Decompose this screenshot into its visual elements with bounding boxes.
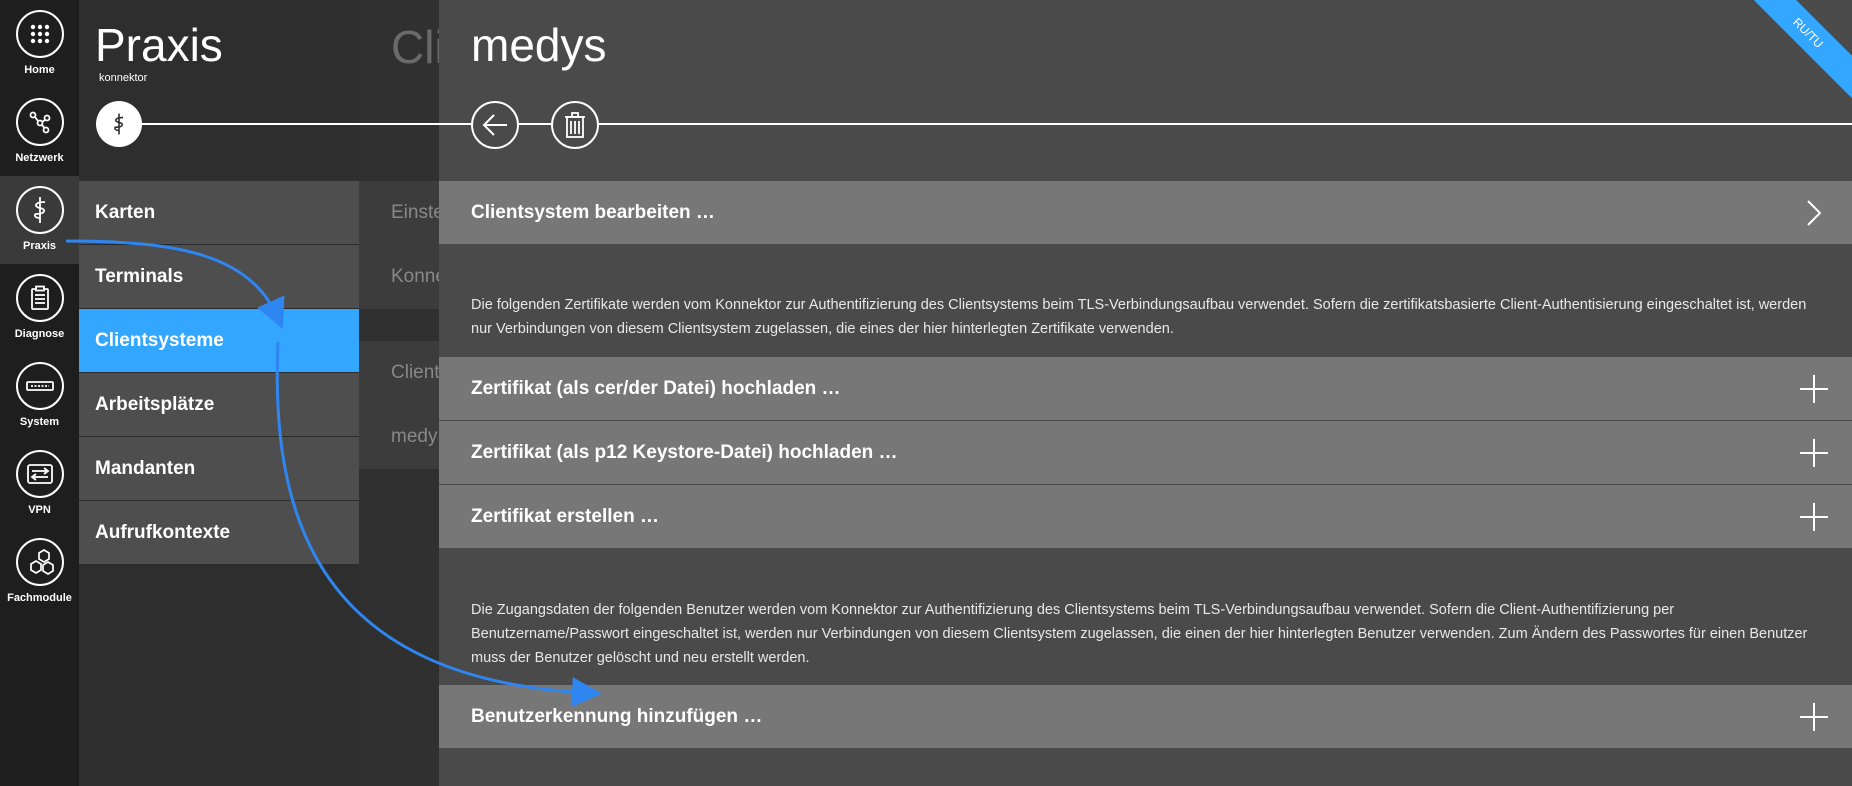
clipboard-icon	[15, 274, 64, 322]
delete-button[interactable]	[551, 101, 599, 149]
nav-label: System	[19, 416, 60, 428]
environment-ribbon: RU/TU	[1742, 0, 1852, 110]
nav-diagnose[interactable]: Diagnose	[0, 264, 79, 352]
network-icon	[15, 98, 64, 146]
clientsystem-detail-panel: medys RU/TU Clientsystem bearbeiten … Di…	[439, 0, 1852, 786]
upload-p12-row[interactable]: Zertifikat (als p12 Keystore-Datei) hoch…	[439, 421, 1852, 485]
nav-home[interactable]: Home	[0, 0, 79, 88]
nav-label: Netzwerk	[15, 152, 64, 164]
praxis-subtitle: konnektor	[99, 72, 148, 84]
back-button[interactable]	[471, 101, 519, 149]
nav-label: Diagnose	[14, 328, 65, 340]
row-label: Benutzerkennung hinzufügen …	[471, 705, 763, 727]
plus-icon	[1800, 703, 1828, 731]
trash-icon	[565, 112, 585, 138]
upload-cer-row[interactable]: Zertifikat (als cer/der Datei) hochladen…	[439, 357, 1852, 421]
user-info-text: Die Zugangsdaten der folgenden Benutzer …	[471, 602, 1808, 666]
plus-icon	[1800, 503, 1828, 531]
praxis-title: Praxis	[95, 19, 223, 71]
client-list-block	[359, 341, 439, 469]
nav-fachmodule[interactable]: Fachmodule	[0, 528, 79, 616]
clientsysteme-panel: Cli Einste Konne Client medy	[359, 0, 439, 786]
arrow-left-icon	[482, 114, 507, 136]
menu-item-mandanten[interactable]: Mandanten	[79, 437, 359, 501]
nav-label: Praxis	[22, 240, 57, 252]
certificate-info-text: Die folgenden Zertifikate werden vom Kon…	[471, 297, 1807, 337]
menu-item-clientsysteme[interactable]: Clientsysteme	[79, 309, 359, 373]
praxis-panel: Praxis konnektor Karten Terminals Client…	[79, 0, 359, 786]
praxis-menu: Karten Terminals Clientsysteme Arbeitspl…	[79, 181, 359, 565]
client-list-item[interactable]: medy	[391, 426, 437, 448]
nav-netzwerk[interactable]: Netzwerk	[0, 88, 79, 176]
chevron-right-icon	[1800, 199, 1828, 227]
ribbon-label: RU/TU	[1742, 0, 1852, 101]
clientsysteme-divider	[359, 123, 439, 125]
plus-icon	[1800, 375, 1828, 403]
nav-label: VPN	[28, 504, 51, 516]
caduceus-icon	[15, 186, 64, 234]
nav-praxis[interactable]: Praxis	[0, 176, 79, 264]
nav-label: Home	[24, 64, 55, 76]
main-navigation-rail: Home Netzwerk Praxis Diagnose System VPN	[0, 0, 79, 786]
settings-item[interactable]: Einste	[391, 202, 439, 224]
row-label: Zertifikat (als p12 Keystore-Datei) hoch…	[471, 441, 898, 463]
create-certificate-row[interactable]: Zertifikat erstellen …	[439, 485, 1852, 549]
caduceus-badge-icon	[96, 101, 142, 147]
row-label: Zertifikat (als cer/der Datei) hochladen…	[471, 377, 841, 399]
menu-item-aufrufkontexte[interactable]: Aufrufkontexte	[79, 501, 359, 565]
add-user-row[interactable]: Benutzerkennung hinzufügen …	[439, 685, 1852, 749]
edit-clientsystem-row[interactable]: Clientsystem bearbeiten …	[439, 181, 1852, 245]
row-label: Zertifikat erstellen …	[471, 505, 659, 527]
vpn-icon	[15, 450, 64, 498]
connector-item[interactable]: Konne	[391, 266, 439, 288]
page-title: medys	[471, 19, 607, 71]
menu-item-karten[interactable]: Karten	[79, 181, 359, 245]
grid-icon	[15, 10, 64, 58]
nav-system[interactable]: System	[0, 352, 79, 440]
title-divider	[439, 123, 1852, 125]
settings-block	[359, 181, 439, 309]
praxis-divider	[142, 123, 359, 125]
server-icon	[15, 362, 64, 410]
hexagons-icon	[15, 538, 64, 586]
nav-label: Fachmodule	[7, 592, 72, 604]
nav-vpn[interactable]: VPN	[0, 440, 79, 528]
menu-item-terminals[interactable]: Terminals	[79, 245, 359, 309]
client-list-header: Client	[391, 362, 439, 383]
menu-item-arbeitsplaetze[interactable]: Arbeitsplätze	[79, 373, 359, 437]
clientsysteme-title: Cli	[391, 21, 439, 73]
row-label: Clientsystem bearbeiten …	[471, 201, 715, 223]
plus-icon	[1800, 439, 1828, 467]
